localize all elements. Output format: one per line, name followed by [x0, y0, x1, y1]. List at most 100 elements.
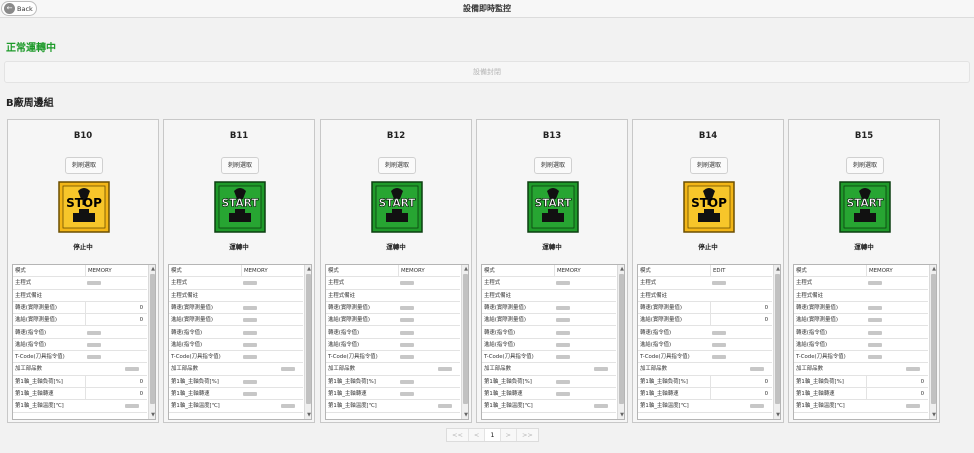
prop-row: 轉速(實際測量值)	[169, 302, 303, 315]
prop-row: 轉速(實際測量值) 0	[638, 301, 772, 315]
prop-name: 轉速(指令值)	[171, 329, 203, 336]
scroll-up-icon[interactable]: ▲	[774, 265, 780, 273]
prop-name: 進給(實際測量值)	[796, 317, 838, 324]
machine-select-button[interactable]: 刺刷選取	[534, 157, 572, 174]
prop-name: 第1軸_主軸溫度[℃]	[484, 403, 533, 410]
prop-value: 0	[85, 314, 145, 327]
property-table[interactable]: 模式 MEMORY 主程式 主程式備註 轉速(實際測量值) 進給(實際測量值) …	[793, 264, 937, 420]
prop-name: 主程式	[328, 280, 345, 287]
machine-select-button[interactable]: 刺刷選取	[221, 157, 259, 174]
prop-row: 主程式備註	[169, 290, 303, 302]
sign-label: STOP	[691, 196, 727, 210]
redacted-value	[556, 305, 570, 310]
prop-row: 第1軸_主軸轉速 0	[13, 388, 147, 401]
scroll-down-icon[interactable]: ▼	[774, 411, 780, 419]
machine-name: B10	[73, 131, 93, 141]
prop-value: 0	[85, 301, 145, 314]
prop-name: 第1軸_主軸負荷[%]	[484, 378, 532, 385]
redacted-value	[556, 342, 570, 347]
prop-value: MEMORY	[241, 265, 301, 277]
prop-row: 模式 MEMORY	[794, 265, 928, 278]
pager-current-page[interactable]: 1	[485, 429, 501, 441]
prop-name: 轉速(實際測量值)	[484, 304, 526, 311]
property-scrollbar[interactable]: ▲ ▼	[148, 265, 155, 419]
property-scrollbar[interactable]: ▲ ▼	[929, 265, 936, 419]
scroll-thumb[interactable]	[775, 274, 780, 404]
machine-card: B10 刺刷選取 STOP 停止中 模式 MEMORY 主程式 主程式備註 轉速…	[7, 119, 159, 423]
scroll-thumb[interactable]	[931, 274, 936, 404]
pager-next-button[interactable]: >	[501, 429, 517, 441]
property-table[interactable]: 模式 EDIT 主程式 主程式備註 轉速(實際測量值) 0 進給(實際測量值) …	[637, 264, 781, 420]
prop-name: 第1軸_主軸轉速	[328, 391, 367, 397]
prop-name: 第1軸_主軸轉速	[796, 391, 835, 397]
scroll-down-icon[interactable]: ▼	[149, 411, 155, 419]
prop-name: 轉速(實際測量值)	[171, 304, 213, 311]
property-table[interactable]: 模式 MEMORY 主程式 主程式備註 轉速(實際測量值) 進給(實際測量值) …	[325, 264, 469, 420]
scroll-thumb[interactable]	[306, 274, 311, 404]
redacted-value	[87, 281, 101, 286]
prop-row: 進給(實際測量值)	[482, 314, 616, 327]
scroll-up-icon[interactable]: ▲	[149, 265, 155, 273]
prop-name: 轉速(實際測量值)	[640, 304, 682, 311]
prop-name: 進給(指令值)	[796, 341, 828, 348]
prop-value: 0	[710, 375, 770, 388]
prop-value: 0	[866, 388, 926, 400]
scroll-thumb[interactable]	[619, 274, 624, 404]
redacted-value	[243, 330, 257, 335]
property-scrollbar[interactable]: ▲ ▼	[617, 265, 624, 419]
machine-select-button[interactable]: 刺刷選取	[65, 157, 103, 174]
prop-name: 模式	[796, 268, 807, 274]
property-table[interactable]: 模式 MEMORY 主程式 主程式備註 轉速(實際測量值) 進給(實際測量值) …	[481, 264, 625, 420]
property-scrollbar[interactable]: ▲ ▼	[304, 265, 311, 419]
prop-row: 加工部品數	[794, 363, 928, 376]
prop-name: 第1軸_主軸溫度[℃]	[15, 403, 64, 410]
redacted-value	[556, 330, 570, 335]
prop-name: 進給(實際測量值)	[15, 317, 57, 324]
scroll-up-icon[interactable]: ▲	[930, 265, 936, 273]
prop-name: 進給(指令值)	[171, 341, 203, 348]
prop-row: 進給(指令值)	[13, 339, 147, 352]
close-equipment-button[interactable]: 設備封閉	[4, 61, 970, 83]
scroll-down-icon[interactable]: ▼	[305, 411, 311, 419]
prop-name: 主程式	[640, 280, 657, 287]
machine-cards: B10 刺刷選取 STOP 停止中 模式 MEMORY 主程式 主程式備註 轉速…	[0, 119, 974, 424]
machine-name: B12	[386, 131, 406, 141]
sign-label: START	[535, 198, 573, 210]
property-scrollbar[interactable]: ▲ ▼	[461, 265, 468, 419]
scroll-thumb[interactable]	[150, 274, 155, 404]
redacted-value	[712, 342, 726, 347]
machine-select-button[interactable]: 刺刷選取	[690, 157, 728, 174]
property-table[interactable]: 模式 MEMORY 主程式 主程式備註 轉速(實際測量值) 進給(實際測量值) …	[168, 264, 312, 420]
prop-row: 主程式	[169, 277, 303, 290]
prop-name: 模式	[484, 268, 495, 274]
pager-last-button[interactable]: >>	[517, 429, 538, 441]
scroll-up-icon[interactable]: ▲	[462, 265, 468, 273]
scroll-down-icon[interactable]: ▼	[462, 411, 468, 419]
property-scrollbar[interactable]: ▲ ▼	[773, 265, 780, 419]
prop-name: 主程式備註	[328, 292, 355, 299]
scroll-up-icon[interactable]: ▲	[618, 265, 624, 273]
machine-name: B14	[698, 131, 718, 141]
prop-row: 第1軸_主軸溫度[℃]	[169, 400, 303, 413]
prop-name: T-Code(刀具指令值)	[171, 354, 221, 361]
redacted-value	[556, 281, 570, 286]
redacted-value	[243, 318, 257, 323]
pager-first-button[interactable]: <<	[447, 429, 469, 441]
redacted-value	[400, 305, 414, 310]
property-table[interactable]: 模式 MEMORY 主程式 主程式備註 轉速(實際測量值) 0 進給(實際測量值…	[12, 264, 156, 420]
machine-select-button[interactable]: 刺刷選取	[378, 157, 416, 174]
scroll-thumb[interactable]	[463, 274, 468, 404]
pager-prev-button[interactable]: <	[469, 429, 486, 441]
redacted-value	[556, 379, 570, 384]
prop-row: 模式 MEMORY	[326, 265, 460, 278]
scroll-up-icon[interactable]: ▲	[305, 265, 311, 273]
redacted-value	[906, 404, 920, 409]
scroll-down-icon[interactable]: ▼	[930, 411, 936, 419]
machine-select-button[interactable]: 刺刷選取	[846, 157, 884, 174]
prop-row: 進給(實際測量值)	[794, 314, 928, 327]
prop-row: 模式 EDIT	[638, 265, 772, 278]
prop-row: 第1軸_主軸負荷[%]	[169, 376, 303, 388]
prop-row: 轉速(實際測量值)	[326, 302, 460, 315]
prop-name: 轉速(指令值)	[796, 329, 828, 336]
scroll-down-icon[interactable]: ▼	[618, 411, 624, 419]
